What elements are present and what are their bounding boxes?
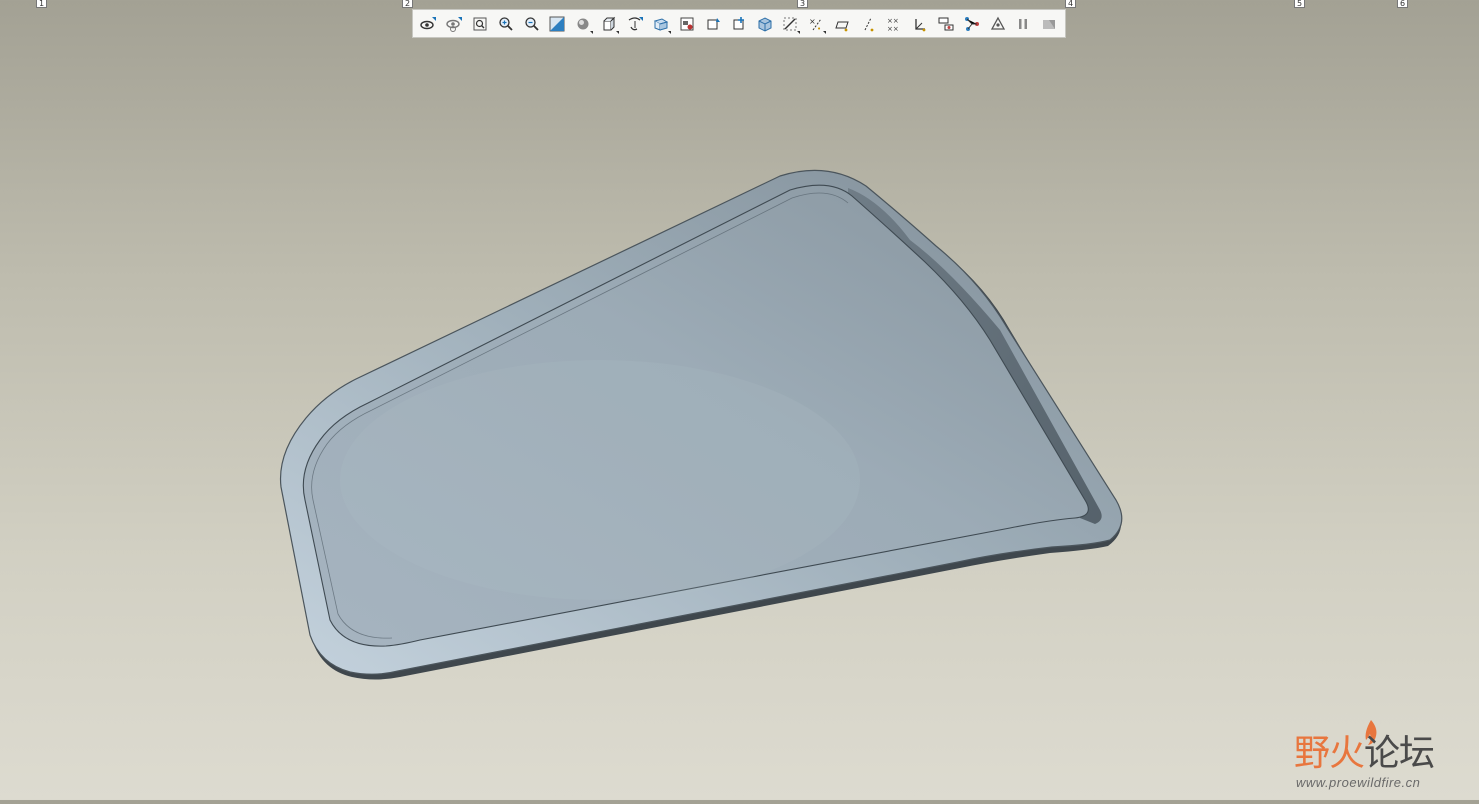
sketcher-icon[interactable] (935, 13, 957, 35)
svg-text:•: • (817, 25, 821, 33)
section-view-icon[interactable] (754, 13, 776, 35)
pause-icon[interactable] (987, 13, 1009, 35)
resume-icon[interactable] (1038, 13, 1060, 35)
display-style-box-icon[interactable] (598, 13, 620, 35)
model-part-display[interactable] (0, 0, 1479, 800)
perspective-view-icon[interactable] (650, 13, 672, 35)
watermark-fire-text: 野火 (1294, 733, 1365, 774)
shading-icon[interactable] (572, 13, 594, 35)
ruler-mark: 5 (1294, 0, 1306, 8)
datum-planes-icon[interactable] (779, 13, 801, 35)
named-view-list-icon[interactable] (728, 13, 750, 35)
ruler-mark: 1 (36, 0, 48, 8)
datum-axes-icon[interactable]: × • (805, 13, 827, 35)
coordinate-systems-icon[interactable] (857, 13, 879, 35)
view-manager-eye-icon[interactable] (417, 13, 439, 35)
pause-toggle-icon[interactable] (1012, 13, 1034, 35)
zoom-in-icon[interactable] (495, 13, 517, 35)
zoom-out-icon[interactable] (521, 13, 543, 35)
ruler-mark: 4 (1065, 0, 1077, 8)
svg-text:××: ×× (887, 17, 899, 25)
cross-section-icon[interactable] (909, 13, 931, 35)
graphics-viewport[interactable] (0, 0, 1479, 800)
annotation-display-icon[interactable]: ×× ×× (883, 13, 905, 35)
graphics-toolbar: × • ×× ×× (412, 9, 1066, 38)
svg-text:×: × (809, 17, 816, 26)
watermark-url: www.proewildfire.cn (1296, 775, 1421, 790)
datum-points-icon[interactable] (831, 13, 853, 35)
watermark-title: 野火论坛 (1294, 733, 1435, 774)
analysis-icon[interactable] (961, 13, 983, 35)
watermark-rest-text: 论坛 (1364, 733, 1435, 774)
spin-center-icon[interactable] (624, 13, 646, 35)
saved-views-eye-icon[interactable] (443, 13, 465, 35)
svg-text:××: ×× (887, 25, 899, 33)
reorient-icon[interactable] (702, 13, 724, 35)
surface-highlight (340, 360, 860, 600)
saved-orientations-icon[interactable] (676, 13, 698, 35)
ruler-mark: 3 (797, 0, 809, 8)
repaint-icon[interactable] (546, 13, 568, 35)
ruler-mark: 2 (402, 0, 414, 8)
refit-icon[interactable] (469, 13, 491, 35)
ruler-mark: 6 (1397, 0, 1409, 8)
forum-watermark: 野火论坛 www.proewildfire.cn (1290, 718, 1470, 798)
